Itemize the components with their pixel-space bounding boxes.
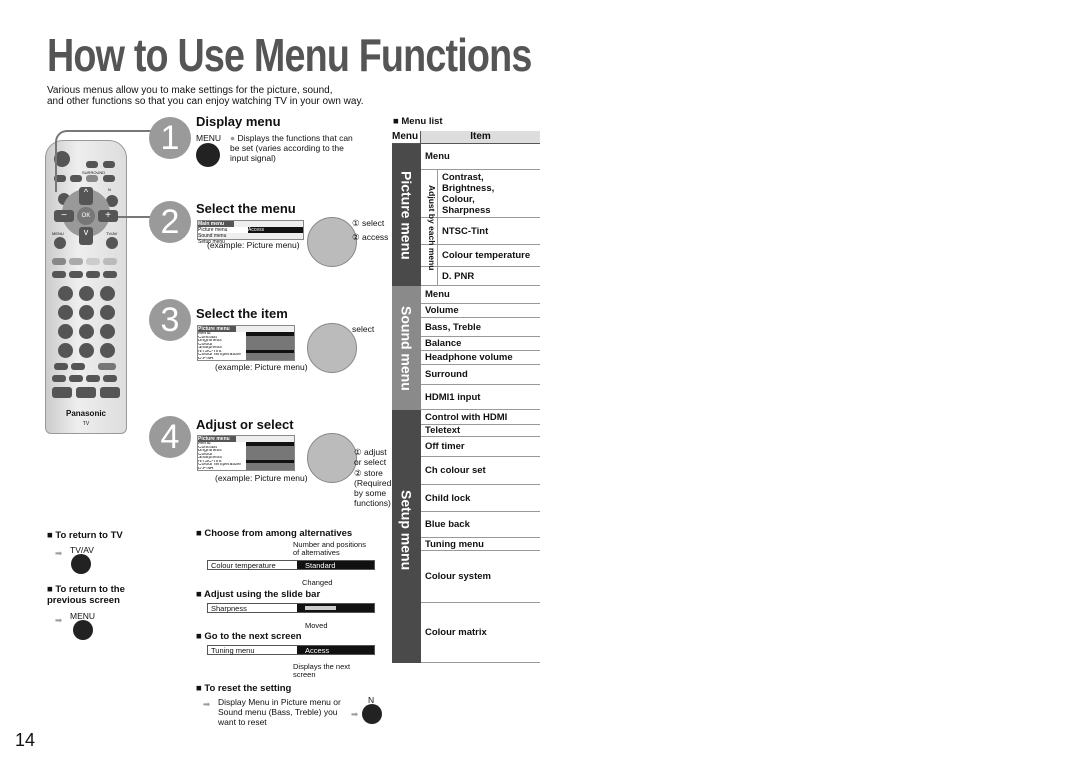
return-tv-heading: ■ To return to TV [47, 530, 123, 541]
menu-list-item: Teletext [421, 425, 540, 437]
menu-list-item: Balance [421, 337, 540, 351]
brand-logo: Panasonic [65, 409, 106, 418]
connector-line [118, 216, 150, 218]
menu-list-item: Headphone volume [421, 351, 540, 365]
menu-list-item: Bass, Treble [421, 318, 540, 337]
menu-list-item: Colour matrix [421, 603, 540, 663]
menu-list-item: Surround [421, 365, 540, 385]
step-1-badge: 1 [149, 117, 191, 159]
step-3-heading: Select the item [196, 306, 288, 321]
picture-menu-screen: Picture menu Menu Contrast Brightness Colour… [197, 325, 295, 361]
menu-list-item: Child lock [421, 485, 540, 512]
menu-list-table: Menu Item Picture menu Sound menu Setup … [392, 131, 540, 664]
screen-menu-row: D.PNR [198, 356, 294, 360]
menu-list-item: Blue back [421, 512, 540, 538]
setup-menu-band: Setup menu [392, 410, 421, 663]
menu-button-icon [196, 143, 220, 167]
menu-list-item: Menu [421, 286, 540, 304]
menu-list-item: Menu [421, 144, 540, 170]
menu-list-item: HDMI1 input [421, 385, 540, 410]
connector-line [55, 130, 157, 192]
step-4-badge: 4 [149, 416, 191, 458]
picture-menu-band: Picture menu [392, 144, 421, 286]
menu-list-item: NTSC-Tint [421, 218, 540, 245]
menu-list-item: Tuning menu [421, 538, 540, 551]
menu-list-item: Colour temperature [421, 245, 540, 267]
tv-av-button-icon [71, 554, 91, 574]
tuning-menu-bar: Tuning menu Access [207, 645, 375, 655]
return-previous-heading: ■ To return to the previous screen [47, 584, 125, 606]
main-menu-screen: Main menu Picture menu Access Sound menu S… [197, 220, 304, 245]
navigation-pad-icon [307, 323, 357, 373]
menu-list-item: D. PNR [421, 267, 540, 286]
step-3-badge: 3 [149, 299, 191, 341]
navigation-pad-icon [307, 217, 357, 267]
menu-list-item: Control with HDMI [421, 410, 540, 425]
menu-list-item: Ch colour set [421, 457, 540, 485]
step-1-note: ● Displays the functions that can be set… [230, 133, 353, 163]
menu-button-icon [73, 620, 93, 640]
page-title: How to Use Menu Functions [47, 29, 532, 81]
menu-list-item: Colour system [421, 551, 540, 603]
page-number: 14 [15, 730, 36, 750]
picture-menu-screen: Picture menu Menu Contrast Brightness Colour… [197, 435, 295, 471]
menu-list-item: Volume [421, 304, 540, 318]
step-1-heading: Display menu [196, 114, 281, 129]
sharpness-slider[interactable]: Sharpness [207, 603, 375, 613]
step-2-heading: Select the menu [196, 201, 296, 216]
step-2-badge: 2 [149, 201, 191, 243]
menu-list-item: Contrast, Brightness, Colour, Sharpness [421, 170, 540, 218]
screen-menu-row: D.PNR [198, 466, 294, 470]
menu-list-heading: ■ Menu list [393, 116, 443, 127]
sound-menu-band: Sound menu [392, 286, 421, 410]
intro-text: Various menus allow you to make settings… [47, 85, 364, 107]
n-button-icon [362, 704, 382, 724]
menu-list-item: Off timer [421, 437, 540, 457]
navigation-pad-icon [307, 433, 357, 483]
colour-temperature-bar: Colour temperature Standard [207, 560, 375, 570]
step-4-heading: Adjust or select [196, 417, 294, 432]
